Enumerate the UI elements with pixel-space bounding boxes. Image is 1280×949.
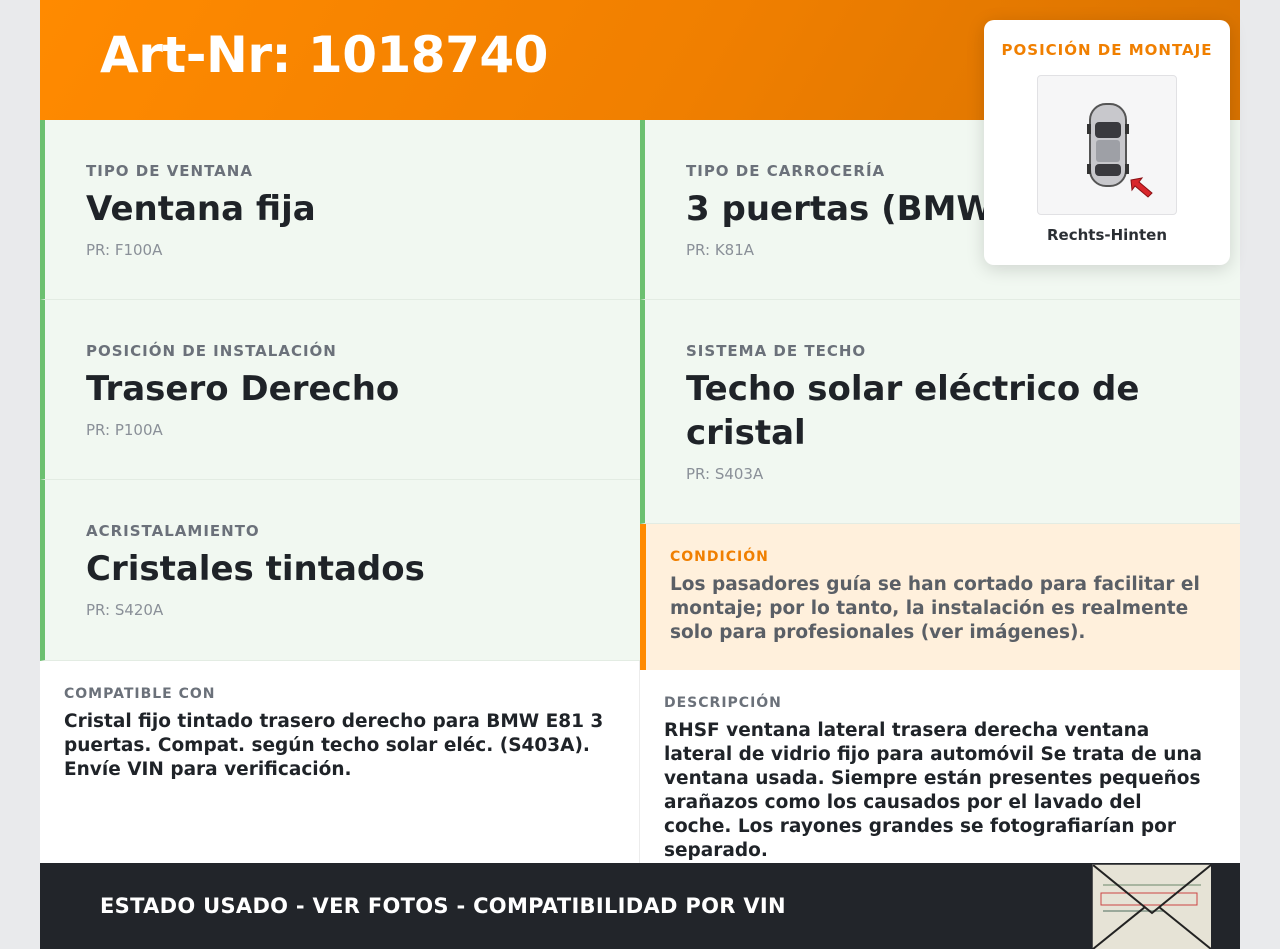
red-arrow-icon bbox=[1130, 177, 1153, 198]
attr-value: Techo solar eléctrico de cristal bbox=[686, 369, 1140, 453]
mounting-diagram bbox=[1037, 75, 1177, 215]
condition-panel: CONDICIÓN Los pasadores guía se han cort… bbox=[640, 524, 1240, 670]
attr-label: TIPO DE VENTANA bbox=[86, 162, 253, 180]
car-top-view-icon bbox=[1087, 103, 1153, 198]
attr-label: POSICIÓN DE INSTALACIÓN bbox=[86, 342, 337, 360]
attr-pr-code: PR: K81A bbox=[686, 241, 755, 259]
attr-value: Ventana fija bbox=[86, 189, 316, 229]
article-number-title: Art-Nr: 1018740 bbox=[100, 26, 548, 84]
description-section: DESCRIPCIÓN RHSF ventana lateral trasera… bbox=[640, 670, 1240, 863]
footer-bar: ESTADO USADO - VER FOTOS - COMPATIBILIDA… bbox=[40, 863, 1240, 949]
description-label: DESCRIPCIÓN bbox=[664, 695, 782, 711]
attr-label: TIPO DE CARROCERÍA bbox=[686, 162, 886, 180]
attr-pr-code: PR: S420A bbox=[86, 601, 164, 619]
attr-roof-system: SISTEMA DE TECHO Techo solar eléctrico d… bbox=[640, 300, 1240, 524]
envelope-icon[interactable] bbox=[1092, 864, 1212, 949]
attr-install-position: POSICIÓN DE INSTALACIÓN Trasero Derecho … bbox=[40, 300, 640, 480]
attr-value: Cristales tintados bbox=[86, 549, 425, 589]
attr-glazing: ACRISTALAMIENTO Cristales tintados PR: S… bbox=[40, 480, 640, 661]
attr-window-type: TIPO DE VENTANA Ventana fija PR: F100A bbox=[40, 120, 640, 300]
compatible-label: COMPATIBLE CON bbox=[64, 686, 216, 702]
mounting-caption: Rechts-Hinten bbox=[1046, 226, 1167, 244]
attr-label: ACRISTALAMIENTO bbox=[86, 522, 260, 540]
mounting-position-card: POSICIÓN DE MONTAJE Rechts-Hinten bbox=[984, 20, 1230, 265]
attr-pr-code: PR: F100A bbox=[86, 241, 163, 259]
attr-pr-code: PR: S403A bbox=[686, 465, 764, 483]
compatible-section: COMPATIBLE CON Cristal fijo tintado tras… bbox=[40, 661, 640, 863]
footer-text: ESTADO USADO - VER FOTOS - COMPATIBILIDA… bbox=[100, 894, 786, 918]
condition-text: Los pasadores guía se han cortado para f… bbox=[670, 574, 1200, 643]
envelope-graphic bbox=[1092, 864, 1212, 949]
condition-label: CONDICIÓN bbox=[670, 549, 769, 565]
description-text: RHSF ventana lateral trasera derecha ven… bbox=[664, 720, 1203, 861]
compatible-text: Cristal fijo tintado trasero derecho par… bbox=[64, 711, 604, 780]
attr-pr-code: PR: P100A bbox=[86, 421, 163, 439]
attr-value: Trasero Derecho bbox=[86, 369, 400, 409]
attr-label: SISTEMA DE TECHO bbox=[686, 342, 867, 360]
mounting-title: POSICIÓN DE MONTAJE bbox=[1001, 41, 1213, 59]
